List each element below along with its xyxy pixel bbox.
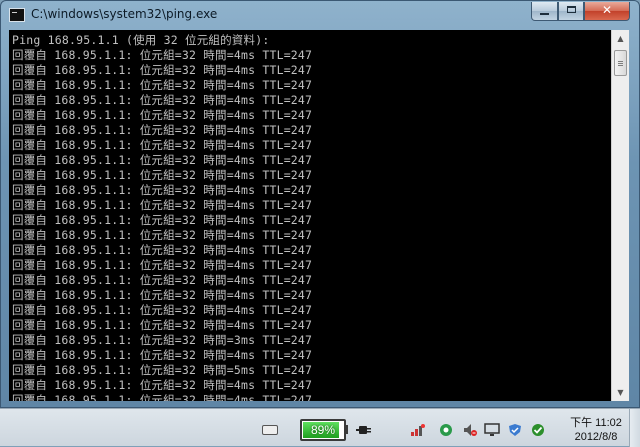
console-line: 回覆自 168.95.1.1: 位元組=32 時間=4ms TTL=247 [12,303,313,317]
battery-tip [345,425,348,434]
battery-indicator[interactable]: 89% [300,419,346,441]
console-line: 回覆自 168.95.1.1: 位元組=32 時間=4ms TTL=247 [12,48,313,62]
console-line: 回覆自 168.95.1.1: 位元組=32 時間=4ms TTL=247 [12,243,313,257]
close-icon: ✕ [601,3,613,17]
clock-date[interactable]: 2012/8/8 [556,431,636,443]
console-line: 回覆自 168.95.1.1: 位元組=32 時間=4ms TTL=247 [12,78,313,92]
console-line: 回覆自 168.95.1.1: 位元組=32 時間=4ms TTL=247 [12,108,313,122]
keyboard-icon[interactable] [262,425,278,435]
console-line: 回覆自 168.95.1.1: 位元組=32 時間=4ms TTL=247 [12,183,313,197]
vertical-scrollbar[interactable]: ▲ ▼ [611,30,629,401]
console-line: 回覆自 168.95.1.1: 位元組=32 時間=4ms TTL=247 [12,168,313,182]
battery-percent: 89% [310,423,336,437]
monitor-icon[interactable] [484,423,500,437]
scroll-down-arrow-icon[interactable]: ▼ [612,384,629,401]
scroll-up-arrow-icon[interactable]: ▲ [612,30,629,47]
check-icon[interactable] [530,423,546,437]
maximize-button[interactable] [558,2,584,21]
close-button[interactable]: ✕ [584,2,630,21]
console-line: 回覆自 168.95.1.1: 位元組=32 時間=4ms TTL=247 [12,258,313,272]
power-plug-icon[interactable] [356,423,372,437]
media-icon[interactable] [438,423,454,437]
shield-icon[interactable] [507,423,523,437]
console-line: 回覆自 168.95.1.1: 位元組=32 時間=4ms TTL=247 [12,348,313,362]
network-icon[interactable] [410,423,426,437]
window-title: C:\windows\system32\ping.exe [31,7,218,21]
console-line: 回覆自 168.95.1.1: 位元組=32 時間=4ms TTL=247 [12,153,313,167]
console-line: Ping 168.95.1.1 (使用 32 位元組的資料): [12,33,270,47]
console-line: 回覆自 168.95.1.1: 位元組=32 時間=4ms TTL=247 [12,123,313,137]
console-line: 回覆自 168.95.1.1: 位元組=32 時間=4ms TTL=247 [12,273,313,287]
scrollbar-thumb[interactable] [614,50,627,76]
console-line: 回覆自 168.95.1.1: 位元組=32 時間=4ms TTL=247 [12,318,313,332]
console-line: 回覆自 168.95.1.1: 位元組=32 時間=4ms TTL=247 [12,213,313,227]
title-bar[interactable]: C:\windows\system32\ping.exe ✕ [1,1,639,29]
show-desktop-button[interactable] [629,409,640,447]
minimize-button[interactable] [531,2,558,21]
minimize-icon [540,13,549,15]
console-line: 回覆自 168.95.1.1: 位元組=32 時間=4ms TTL=247 [12,198,313,212]
console-line: 回覆自 168.95.1.1: 位元組=32 時間=4ms TTL=247 [12,288,313,302]
maximize-icon [566,6,576,13]
console-output[interactable]: Ping 168.95.1.1 (使用 32 位元組的資料): 回覆自 168.9… [9,30,611,401]
taskbar: 89% 下午 11:02 2012/8/8 [0,408,640,447]
clock-time[interactable]: 下午 11:02 [556,414,636,430]
console-window: C:\windows\system32\ping.exe ✕ Ping 168.… [0,0,640,408]
console-line: 回覆自 168.95.1.1: 位元組=32 時間=4ms TTL=247 [12,393,313,401]
sound-icon[interactable] [462,423,478,437]
console-line: 回覆自 168.95.1.1: 位元組=32 時間=5ms TTL=247 [12,363,313,377]
console-app-icon[interactable] [9,8,25,22]
console-line: 回覆自 168.95.1.1: 位元組=32 時間=4ms TTL=247 [12,63,313,77]
console-line: 回覆自 168.95.1.1: 位元組=32 時間=4ms TTL=247 [12,138,313,152]
console-line: 回覆自 168.95.1.1: 位元組=32 時間=4ms TTL=247 [12,93,313,107]
console-line: 回覆自 168.95.1.1: 位元組=32 時間=4ms TTL=247 [12,378,313,392]
console-line: 回覆自 168.95.1.1: 位元組=32 時間=3ms TTL=247 [12,333,313,347]
console-line: 回覆自 168.95.1.1: 位元組=32 時間=4ms TTL=247 [12,228,313,242]
